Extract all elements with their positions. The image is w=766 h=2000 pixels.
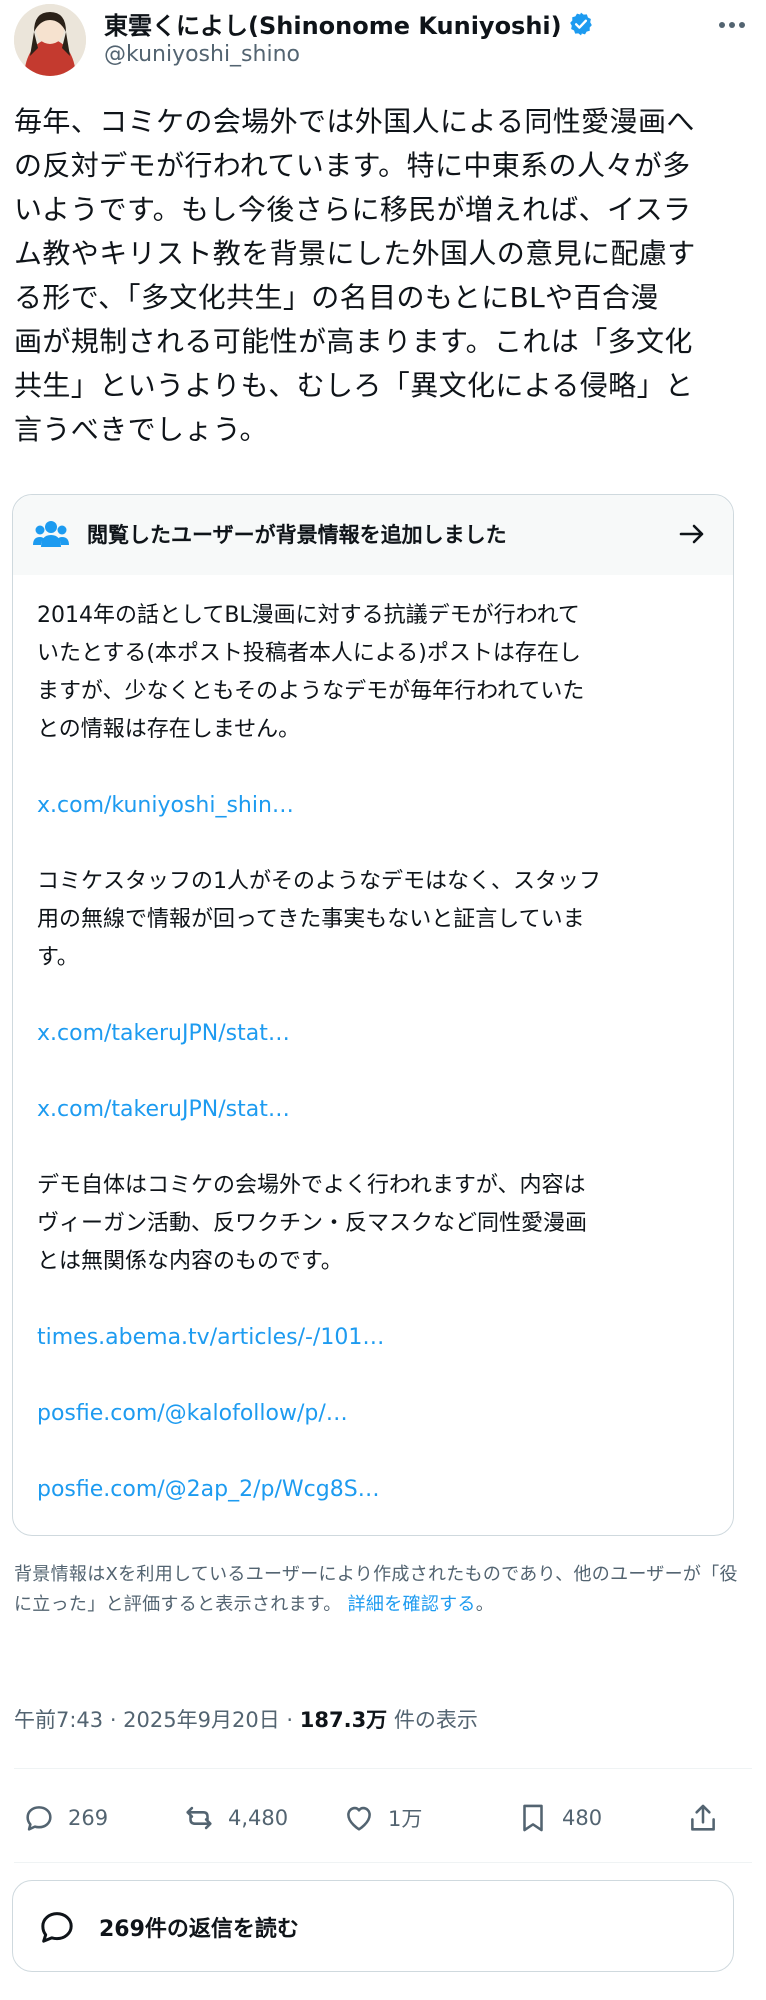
more-icon[interactable]	[712, 10, 752, 40]
display-name-text[interactable]: 東雲くによし(Shinonome Kuniyoshi)	[104, 6, 562, 41]
bookmark-icon	[523, 1804, 543, 1832]
learn-more-link[interactable]: 詳細を確認する	[348, 1594, 476, 1615]
note-link[interactable]: x.com/takeruJPN/stat…	[37, 1015, 697, 1053]
post-header: 東雲くによし(Shinonome Kuniyoshi) @kuniyoshi_s…	[14, 0, 752, 86]
post-text: 毎年、コミケの会場外では外国人による同性愛漫画へ の反対デモが行われています。特…	[14, 105, 696, 446]
people-icon	[33, 519, 69, 549]
display-name[interactable]: 東雲くによし(Shinonome Kuniyoshi)	[104, 6, 594, 41]
reply-count: 269	[68, 1806, 109, 1830]
arrow-right-icon[interactable]	[677, 519, 707, 549]
community-note-title: 閲覧したユーザーが背景情報を追加しました	[87, 523, 507, 547]
post-meta: 午前7:43 · 2025年9月20日 · 187.3万 件の表示	[14, 1704, 478, 1734]
bookmark-count: 480	[562, 1806, 603, 1830]
repost-button[interactable]: 4,480	[182, 1790, 288, 1846]
verified-badge-icon	[568, 11, 594, 37]
note-disclaimer: 背景情報はXを利用しているユーザーにより作成されたものであり、他のユーザーが「役…	[14, 1560, 744, 1620]
read-replies-label: 269件の返信を読む	[99, 1917, 299, 1942]
note-link[interactable]: times.abema.tv/articles/-/101…	[37, 1319, 697, 1357]
reply-icon	[26, 1806, 52, 1831]
share-icon	[691, 1804, 715, 1831]
read-replies-button[interactable]: 269件の返信を読む	[12, 1880, 734, 1972]
note-paragraph: コミケスタッフの1人がそのようなデモはなく、スタッフ 用の無線で情報が回ってきた…	[37, 869, 601, 970]
like-icon	[347, 1806, 371, 1831]
like-button[interactable]: 1万	[342, 1790, 422, 1846]
view-label: 件の表示	[387, 1708, 478, 1732]
avatar[interactable]	[14, 4, 86, 76]
handle[interactable]: @kuniyoshi_shino	[104, 42, 300, 67]
community-note-header[interactable]: 閲覧したユーザーが背景情報を追加しました	[13, 495, 733, 575]
note-link[interactable]: posfie.com/@2ap_2/p/Wcg8S…	[37, 1471, 697, 1509]
note-link[interactable]: posfie.com/@kalofollow/p/…	[37, 1395, 697, 1433]
community-note: 閲覧したユーザーが背景情報を追加しました 2014年の話としてBL漫画に対する抗…	[12, 494, 734, 1536]
action-bar: 269 4,480 1万 480	[14, 1790, 752, 1846]
divider	[14, 1862, 752, 1863]
chat-bubble-icon	[37, 1907, 77, 1947]
view-count: 187.3万	[299, 1708, 388, 1732]
share-button[interactable]	[686, 1790, 732, 1846]
post-time[interactable]: 午前7:43 · 2025年9月20日 ·	[14, 1708, 300, 1732]
note-link[interactable]: x.com/kuniyoshi_shin…	[37, 787, 697, 825]
note-link[interactable]: x.com/takeruJPN/stat…	[37, 1091, 697, 1129]
reply-button[interactable]: 269	[22, 1790, 108, 1846]
like-count: 1万	[388, 1807, 423, 1831]
community-note-content: 2014年の話としてBL漫画に対する抗議デモが行われて いたとする(本ポスト投稿…	[37, 597, 697, 1547]
repost-count: 4,480	[228, 1806, 289, 1830]
note-paragraph: 2014年の話としてBL漫画に対する抗議デモが行われて いたとする(本ポスト投稿…	[37, 603, 585, 742]
bookmark-button[interactable]: 480	[516, 1790, 602, 1846]
divider	[14, 1768, 752, 1769]
repost-icon	[186, 1806, 212, 1830]
note-paragraph: デモ自体はコミケの会場外でよく行われますが、内容は ヴィーガン活動、反ワクチン・…	[37, 1173, 588, 1274]
disclaimer-suffix: 。	[475, 1594, 495, 1615]
